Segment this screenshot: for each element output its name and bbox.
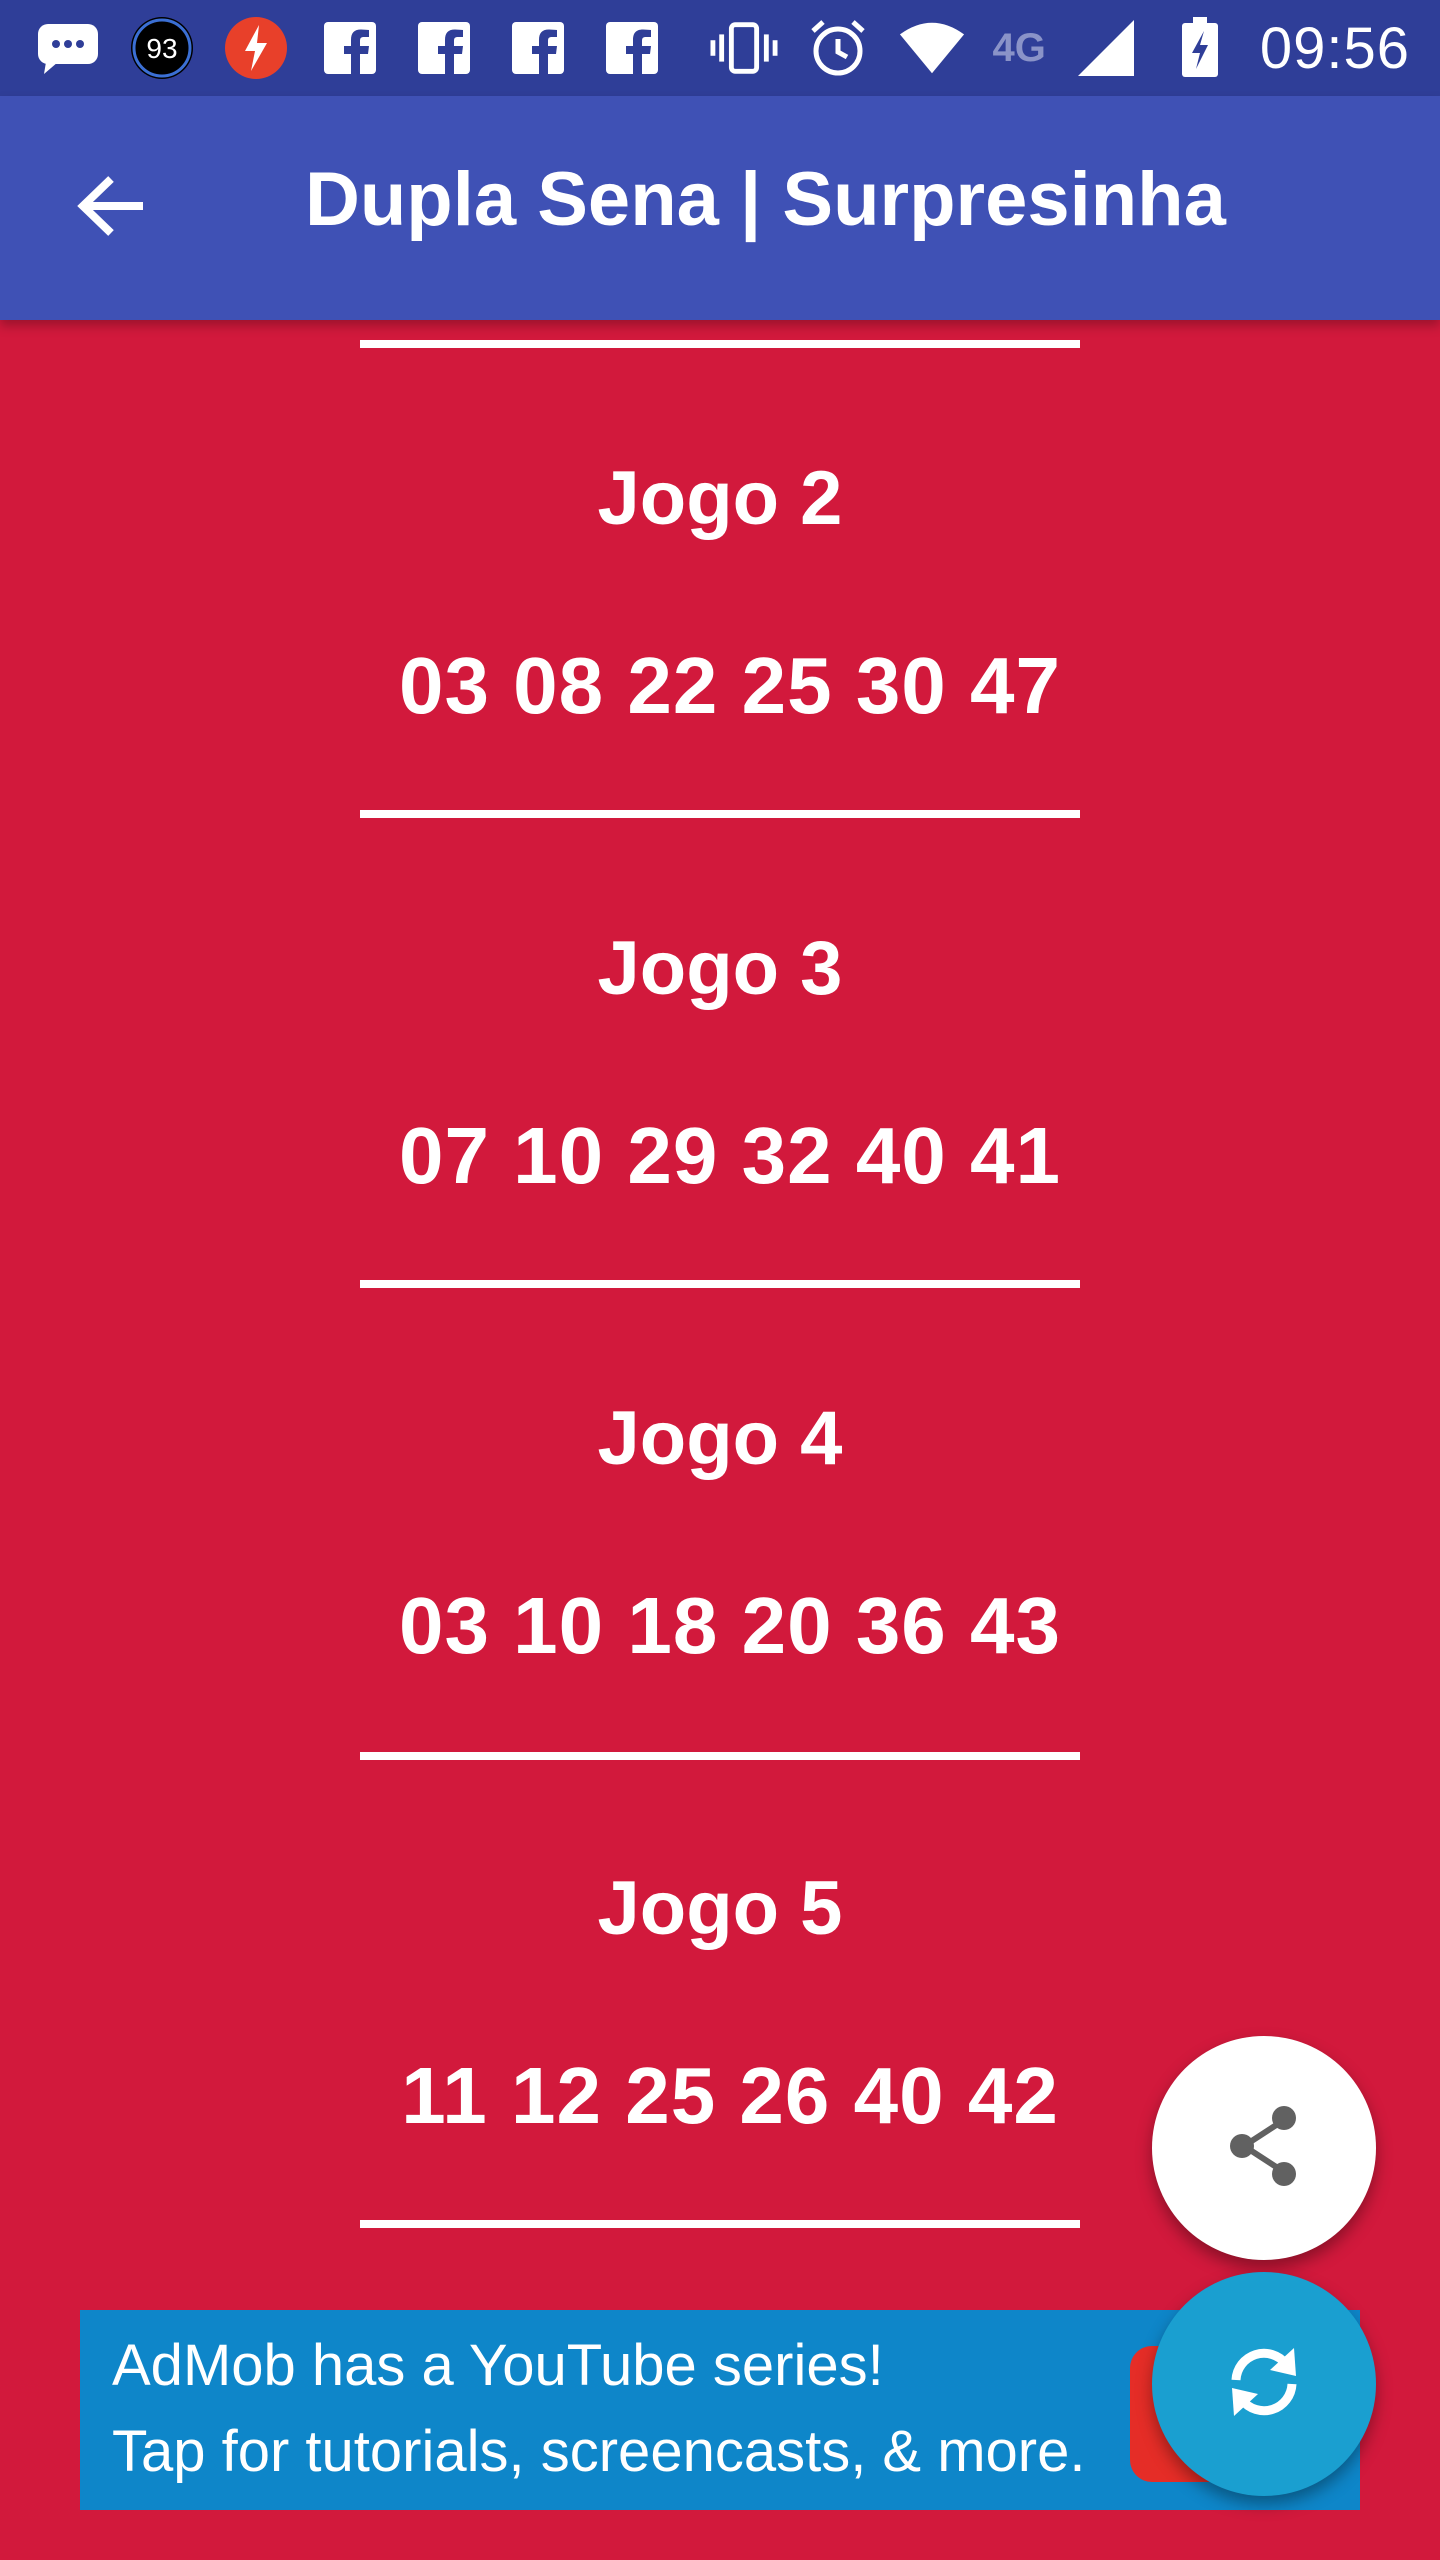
share-button[interactable]	[1152, 2036, 1376, 2260]
network-type: 4G	[992, 25, 1046, 70]
ad-headline: AdMob has a YouTube series!	[112, 2333, 884, 2398]
flash-app-icon	[222, 14, 290, 82]
facebook-icon	[410, 14, 478, 82]
status-bar: 93 4G 09:56	[0, 0, 1440, 96]
refresh-button[interactable]	[1152, 2272, 1376, 2496]
divider	[360, 2220, 1080, 2228]
game-numbers: 03 10 18 20 36 43	[398, 1581, 1062, 1670]
game-numbers: 11 12 25 26 40 42	[401, 2051, 1059, 2140]
back-button[interactable]	[62, 158, 162, 258]
notification-count-icon: 93	[128, 14, 196, 82]
game-title: Jogo 3	[597, 926, 843, 1011]
share-icon	[1224, 2104, 1304, 2193]
alarm-icon	[804, 14, 872, 82]
game-numbers: 03 08 22 25 30 47	[398, 641, 1062, 730]
game-title: Jogo 5	[597, 1866, 843, 1951]
ad-subline: Tap for tutorials, screencasts, & more.	[112, 2419, 1086, 2484]
facebook-icon	[316, 14, 384, 82]
badge-number: 93	[146, 33, 177, 64]
facebook-icon	[598, 14, 666, 82]
vibrate-icon	[710, 14, 778, 82]
clock-time: 09:56	[1259, 15, 1410, 81]
game-numbers: 07 10 29 32 40 41	[398, 1111, 1062, 1200]
divider	[360, 810, 1080, 818]
messages-icon	[34, 14, 102, 82]
divider	[360, 1752, 1080, 1760]
refresh-icon	[1224, 2342, 1304, 2427]
wifi-icon	[898, 14, 966, 82]
signal-icon	[1072, 14, 1140, 82]
page-title: Dupla Sena | Surpresinha	[305, 157, 1226, 242]
game-title: Jogo 2	[597, 456, 843, 541]
facebook-icon	[504, 14, 572, 82]
divider	[360, 340, 1080, 348]
app-bar: Dupla Sena | Surpresinha	[0, 96, 1440, 320]
game-title: Jogo 4	[597, 1396, 843, 1481]
divider	[360, 1280, 1080, 1288]
battery-charging-icon	[1166, 14, 1234, 82]
arrow-back-icon	[77, 175, 147, 242]
